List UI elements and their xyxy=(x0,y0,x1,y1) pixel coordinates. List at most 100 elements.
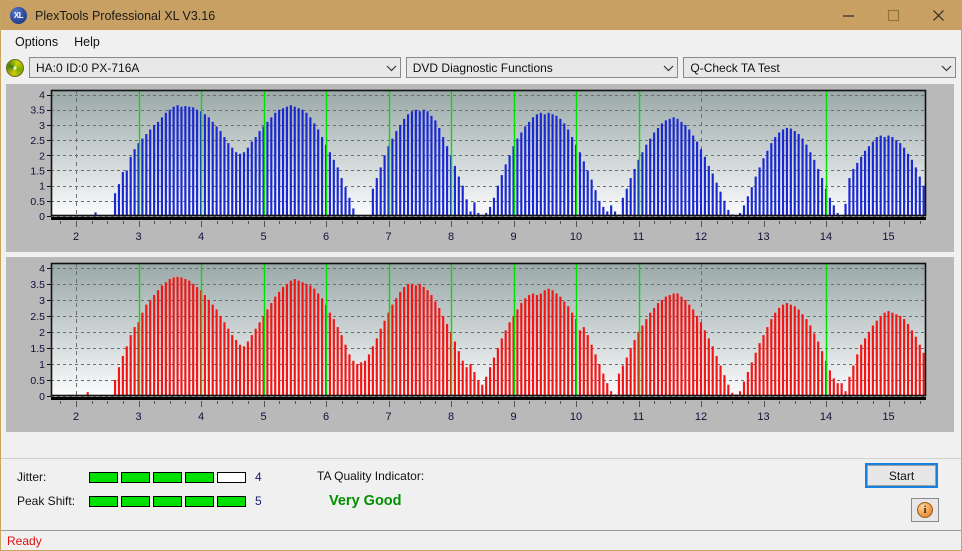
svg-text:7: 7 xyxy=(385,231,391,243)
svg-text:10: 10 xyxy=(570,411,582,423)
peak-shift-meter xyxy=(89,495,246,507)
info-button[interactable]: i xyxy=(911,498,939,522)
svg-text:4: 4 xyxy=(39,90,45,102)
peak-shift-chart: 0 0.5 1 1.5 2 2.5 3 3.5 4 2 3 4 5 6 7 8 9 10 11 12 13 14 15 xyxy=(30,262,927,423)
ta-quality-block: TA Quality Indicator: Very Good xyxy=(317,469,424,509)
svg-text:3.5: 3.5 xyxy=(30,105,45,117)
meter-segment xyxy=(121,471,150,483)
charts-area: 0 0.5 1 1.5 2 2.5 3 3.5 4 2 3 4 5 6 7 8 9 10 11 12 13 14 15 00… xyxy=(1,81,961,458)
disc-icon xyxy=(6,58,24,77)
meter-segment xyxy=(217,471,246,483)
meter-segment xyxy=(153,495,182,507)
chevron-down-icon xyxy=(938,58,955,77)
svg-text:14: 14 xyxy=(820,411,832,423)
svg-text:5: 5 xyxy=(260,411,266,423)
menu-item-options[interactable]: Options xyxy=(7,32,66,52)
start-button-label: Start xyxy=(888,468,915,483)
svg-text:4: 4 xyxy=(198,231,204,243)
meter-segment xyxy=(185,471,214,483)
svg-text:3: 3 xyxy=(39,295,45,307)
svg-text:13: 13 xyxy=(757,231,769,243)
svg-text:7: 7 xyxy=(385,411,391,423)
drive-select-value: HA:0 ID:0 PX-716A xyxy=(36,60,140,75)
menu-bar: Options Help xyxy=(1,30,961,54)
svg-text:4: 4 xyxy=(198,411,204,423)
svg-text:9: 9 xyxy=(510,411,516,423)
svg-text:8: 8 xyxy=(448,411,454,423)
peak-shift-row: Peak Shift: 5 xyxy=(17,494,262,508)
info-icon: i xyxy=(917,502,933,518)
svg-text:0.5: 0.5 xyxy=(30,196,45,208)
svg-text:2: 2 xyxy=(39,327,45,339)
window-title: PlexTools Professional XL V3.16 xyxy=(35,8,216,23)
svg-text:2.5: 2.5 xyxy=(30,311,45,323)
svg-text:0: 0 xyxy=(39,211,45,223)
ta-quality-value: Very Good xyxy=(329,493,402,509)
svg-text:11: 11 xyxy=(633,411,644,423)
svg-text:15: 15 xyxy=(882,411,894,423)
peak-shift-value: 5 xyxy=(255,494,262,508)
svg-text:2: 2 xyxy=(73,411,79,423)
svg-text:3: 3 xyxy=(135,231,141,243)
svg-text:4: 4 xyxy=(39,263,45,275)
selector-toolbar: HA:0 ID:0 PX-716A DVD Diagnostic Functio… xyxy=(1,54,961,81)
svg-text:14: 14 xyxy=(820,231,832,243)
minimize-icon[interactable] xyxy=(826,1,871,30)
drive-select[interactable]: HA:0 ID:0 PX-716A xyxy=(29,57,401,78)
svg-text:0.5: 0.5 xyxy=(30,375,45,387)
svg-text:5: 5 xyxy=(260,231,266,243)
svg-text:12: 12 xyxy=(695,411,707,423)
meter-segment xyxy=(89,495,118,507)
maximize-icon[interactable] xyxy=(871,1,916,30)
peak-shift-chart-panel: 0 0.5 1 1.5 2 2.5 3 3.5 4 2 3 4 5 6 7 8 9 10 11 12 13 14 15 xyxy=(6,257,954,432)
chevron-down-icon xyxy=(660,58,677,77)
svg-text:1.5: 1.5 xyxy=(30,343,45,355)
window-controls xyxy=(826,1,961,30)
start-button[interactable]: Start xyxy=(865,463,938,488)
function-select[interactable]: DVD Diagnostic Functions xyxy=(405,57,679,78)
jitter-label: Jitter: xyxy=(17,470,47,484)
svg-text:1: 1 xyxy=(39,181,45,193)
svg-text:2: 2 xyxy=(73,231,79,243)
svg-text:13: 13 xyxy=(757,411,769,423)
svg-text:3: 3 xyxy=(135,411,141,423)
meter-segment xyxy=(185,495,214,507)
svg-text:9: 9 xyxy=(510,231,516,243)
app-window: XL PlexTools Professional XL V3.16 Optio… xyxy=(0,0,962,551)
results-panel: Jitter: 4 Peak Shift: 5 TA Quality Indic… xyxy=(1,458,961,530)
svg-text:6: 6 xyxy=(323,411,329,423)
chevron-down-icon xyxy=(383,58,400,77)
svg-text:15: 15 xyxy=(882,231,894,243)
meter-segment xyxy=(153,471,182,483)
svg-text:12: 12 xyxy=(695,231,707,243)
svg-text:8: 8 xyxy=(448,231,454,243)
ta-quality-label: TA Quality Indicator: xyxy=(317,469,425,483)
jitter-meter xyxy=(89,471,246,483)
status-bar: Ready xyxy=(1,530,961,550)
menu-item-help[interactable]: Help xyxy=(66,32,108,52)
svg-text:1.5: 1.5 xyxy=(30,165,45,177)
jitter-chart-panel: 0 0.5 1 1.5 2 2.5 3 3.5 4 2 3 4 5 6 7 8 9 10 11 12 13 14 15 xyxy=(6,84,954,252)
jitter-chart: 0 0.5 1 1.5 2 2.5 3 3.5 4 2 3 4 5 6 7 8 9 10 11 12 13 14 15 xyxy=(30,90,927,243)
title-bar: XL PlexTools Professional XL V3.16 xyxy=(1,1,961,30)
test-select[interactable]: Q-Check TA Test xyxy=(683,57,956,78)
svg-text:6: 6 xyxy=(323,231,329,243)
svg-text:10: 10 xyxy=(570,231,582,243)
peak-shift-label: Peak Shift: xyxy=(17,494,76,508)
jitter-row: Jitter: 4 xyxy=(17,470,262,484)
svg-text:2.5: 2.5 xyxy=(30,135,45,147)
function-select-value: DVD Diagnostic Functions xyxy=(412,60,553,75)
xl-app-icon: XL xyxy=(10,7,27,24)
jitter-value: 4 xyxy=(255,470,262,484)
status-text: Ready xyxy=(7,533,42,548)
meter-segment xyxy=(121,495,150,507)
svg-text:3.5: 3.5 xyxy=(30,279,45,291)
close-icon[interactable] xyxy=(916,1,961,30)
svg-text:11: 11 xyxy=(633,231,644,243)
svg-text:3: 3 xyxy=(39,120,45,132)
svg-text:0: 0 xyxy=(39,391,45,403)
svg-text:1: 1 xyxy=(39,359,45,371)
meter-segment xyxy=(89,471,118,483)
meter-segment xyxy=(217,495,246,507)
svg-text:2: 2 xyxy=(39,150,45,162)
